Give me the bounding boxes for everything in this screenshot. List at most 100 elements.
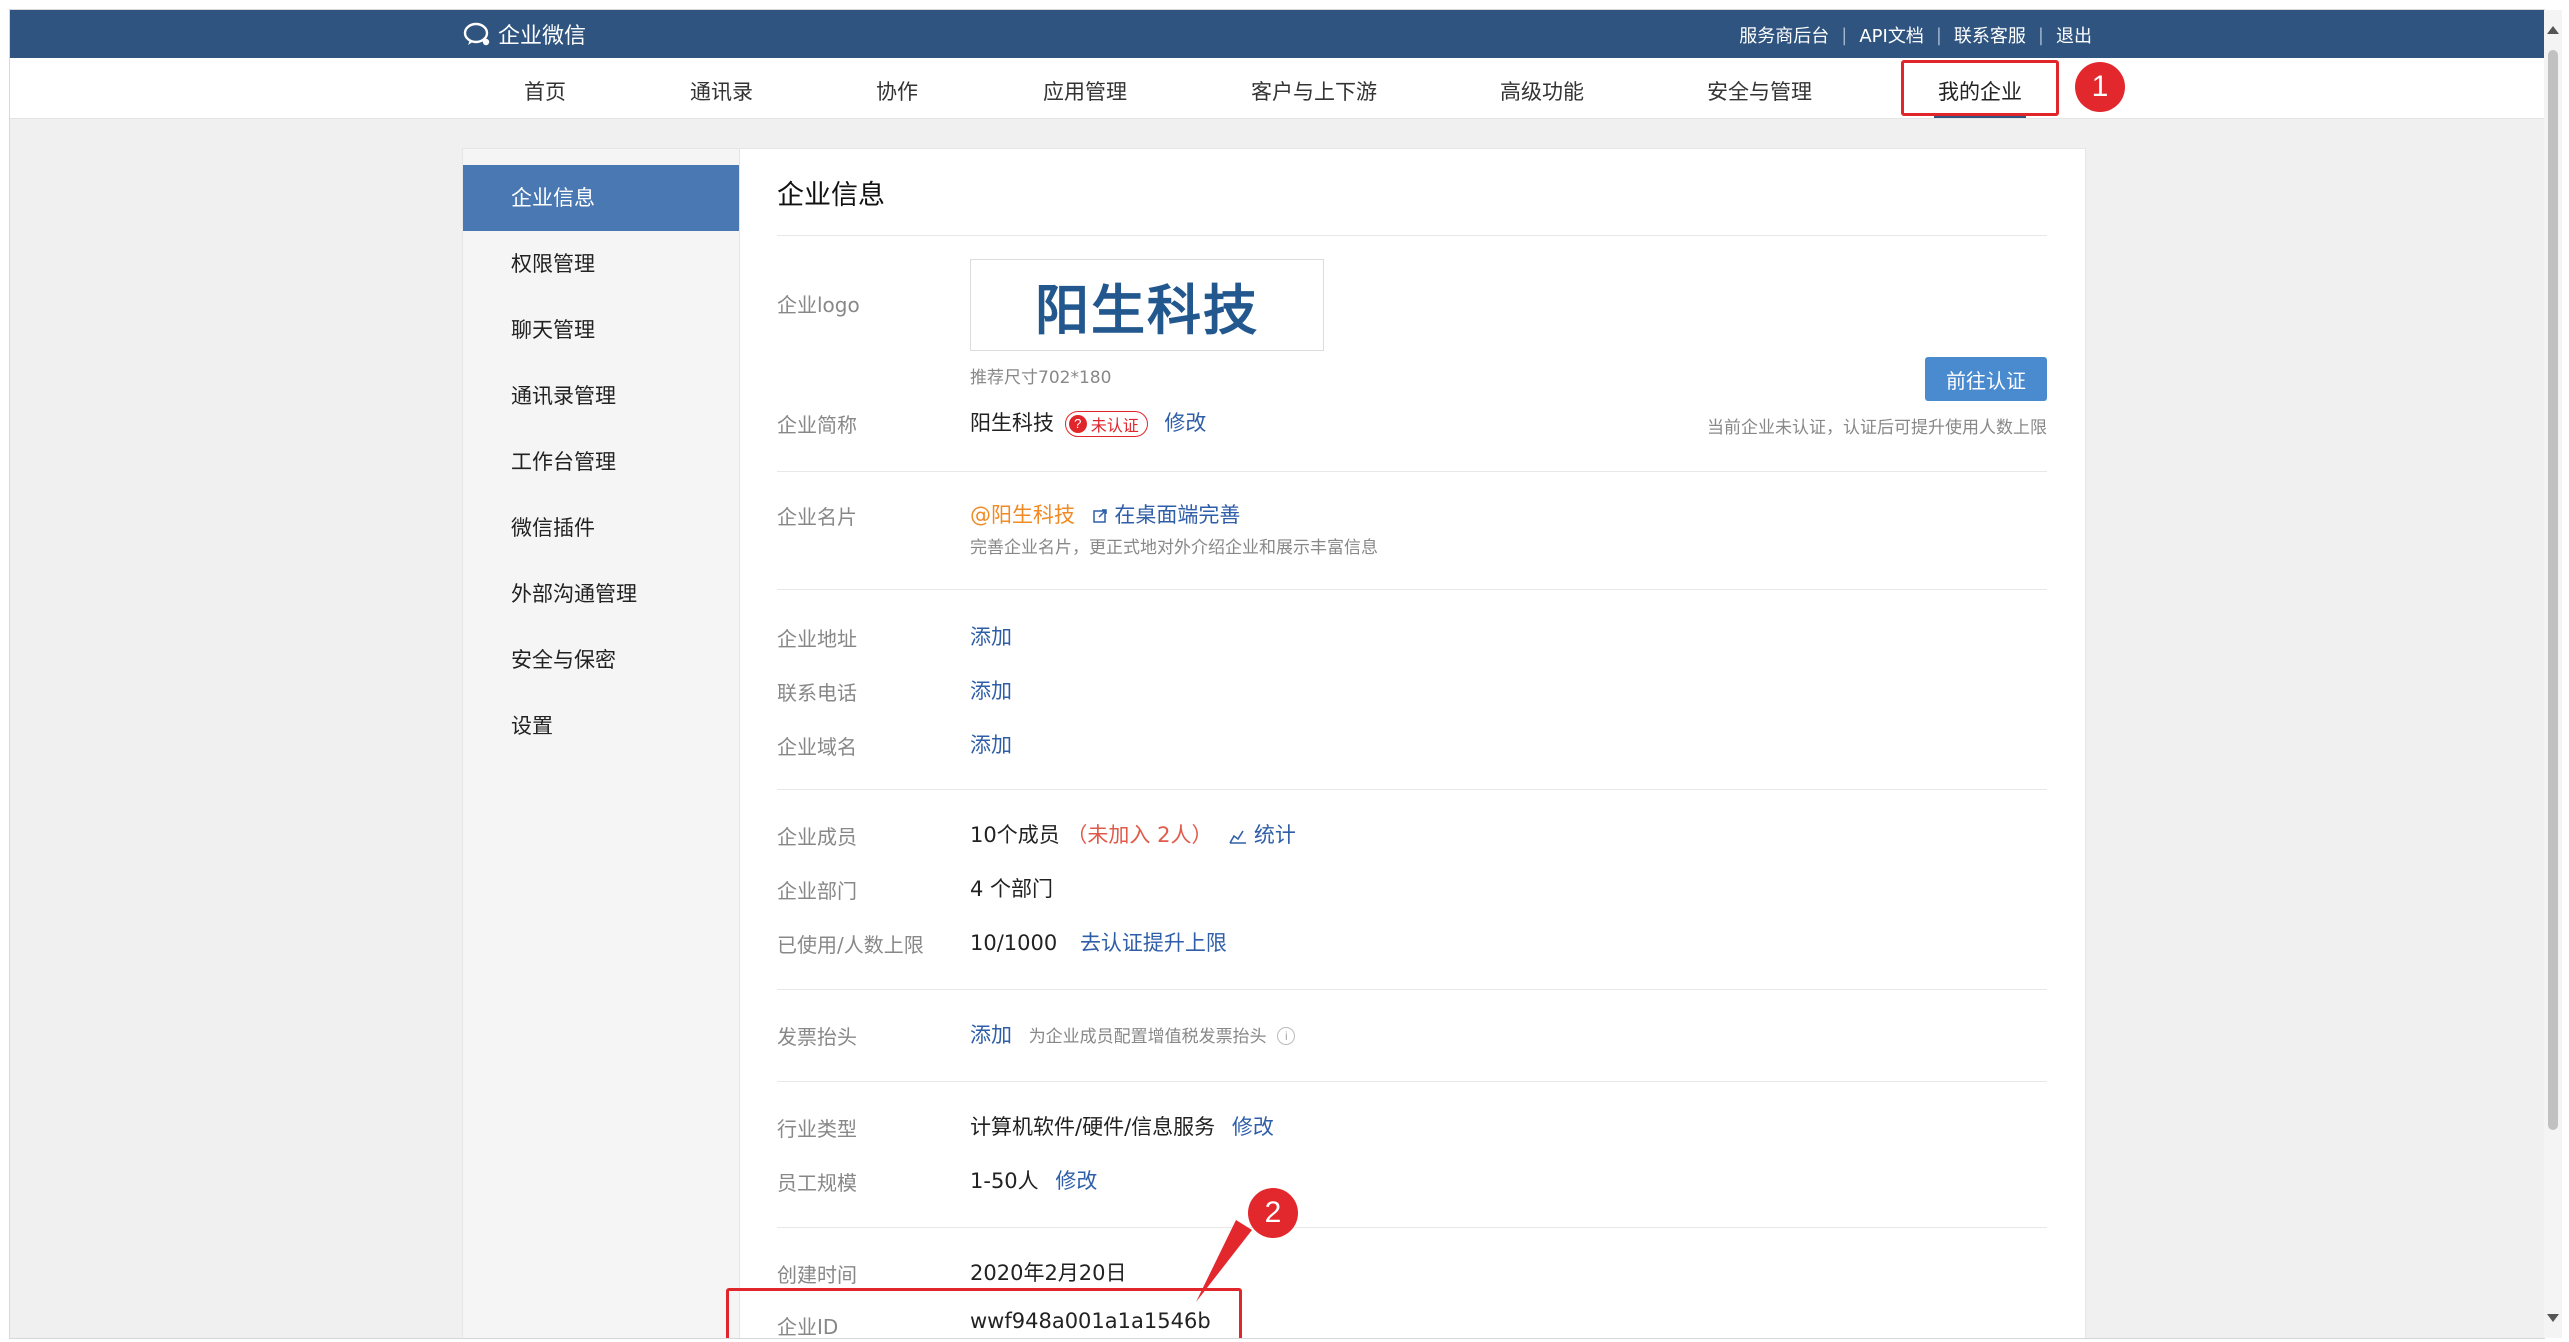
question-icon: ? [1068, 415, 1087, 433]
nav-collaboration[interactable]: 协作 [876, 76, 918, 106]
provider-console-link[interactable]: 服务商后台 [1739, 22, 1829, 48]
limit-value: 10/1000 [970, 931, 1058, 955]
company-logo[interactable]: 阳生科技 [970, 259, 1324, 351]
sidebar-item-contacts[interactable]: 通讯录管理 [463, 363, 739, 429]
main-nav: 首页 通讯录 协作 应用管理 客户与上下游 高级功能 安全与管理 我的企业 [10, 58, 2544, 119]
browser-viewport: 企业微信 服务商后台 | API文档 | 联系客服 | 退出 首页 通讯录 协作… [10, 10, 2544, 1338]
add-phone-link[interactable]: 添加 [970, 675, 1012, 705]
sidebar: 企业信息 权限管理 聊天管理 通讯录管理 工作台管理 微信插件 外部沟通管理 安… [463, 149, 740, 1338]
short-name-label: 企业简称 [777, 413, 857, 437]
external-link-icon [1092, 509, 1107, 523]
scroll-up-icon[interactable] [2547, 26, 2559, 34]
limit-label: 已使用/人数上限 [777, 933, 924, 957]
unverified-badge[interactable]: ? 未认证 [1064, 411, 1148, 437]
sidebar-item-settings[interactable]: 设置 [463, 693, 739, 759]
logo-label: 企业logo [777, 293, 860, 317]
content-card: 企业信息 权限管理 聊天管理 通讯录管理 工作台管理 微信插件 外部沟通管理 安… [462, 148, 2086, 1338]
stats-link[interactable]: 统计 [1229, 823, 1296, 847]
api-docs-link[interactable]: API文档 [1859, 22, 1923, 48]
card-row: @阳生科技 在桌面端完善 [970, 499, 1240, 529]
card-hint: 完善企业名片，更正式地对外介绍企业和展示丰富信息 [970, 538, 1378, 558]
link-separator: | [2037, 24, 2044, 46]
upgrade-limit-link[interactable]: 去认证提升上限 [1080, 931, 1227, 955]
vertical-scrollbar[interactable] [2544, 10, 2562, 1338]
sidebar-item-wechat-plugin[interactable]: 微信插件 [463, 495, 739, 561]
invoice-label: 发票抬头 [777, 1025, 857, 1049]
phone-label: 联系电话 [777, 681, 857, 705]
info-icon[interactable]: i [1277, 1027, 1296, 1045]
sidebar-item-permissions[interactable]: 权限管理 [463, 231, 739, 297]
industry-label: 行业类型 [777, 1117, 857, 1141]
brand-name: 企业微信 [498, 24, 587, 49]
nav-home[interactable]: 首页 [524, 76, 566, 106]
sidebar-item-chat[interactable]: 聊天管理 [463, 297, 739, 363]
limit-row: 10/1000 去认证提升上限 [970, 927, 1227, 957]
members-not-joined: （未加入 2人） [1066, 823, 1213, 847]
nav-contacts[interactable]: 通讯录 [690, 76, 753, 106]
link-separator: | [1935, 24, 1942, 46]
created-value: 2020年2月20日 [970, 1261, 1127, 1285]
address-label: 企业地址 [777, 627, 857, 651]
scroll-down-icon[interactable] [2547, 1314, 2559, 1322]
stats-text: 统计 [1253, 823, 1296, 847]
company-logo-text: 阳生科技 [1035, 278, 1259, 342]
sidebar-item-workbench[interactable]: 工作台管理 [463, 429, 739, 495]
add-invoice-link[interactable]: 添加 [970, 1023, 1012, 1047]
contact-support-link[interactable]: 联系客服 [1954, 22, 2026, 48]
industry-value: 计算机软件/硬件/信息服务 [970, 1115, 1216, 1139]
divider [777, 789, 2047, 790]
card-name[interactable]: @阳生科技 [970, 503, 1075, 527]
top-links: 服务商后台 | API文档 | 联系客服 | 退出 [1739, 22, 2092, 48]
logout-link[interactable]: 退出 [2056, 22, 2092, 48]
divider [777, 989, 2047, 990]
brand[interactable]: 企业微信 [462, 18, 586, 50]
edit-scale-link[interactable]: 修改 [1055, 1169, 1097, 1193]
members-label: 企业成员 [777, 825, 857, 849]
invoice-row: 添加 为企业成员配置增值税发票抬头 i [970, 1019, 1296, 1049]
divider [777, 235, 2047, 236]
wecom-logo-icon [463, 22, 490, 46]
scale-label: 员工规模 [777, 1171, 857, 1195]
domain-label: 企业域名 [777, 735, 857, 759]
nav-customers[interactable]: 客户与上下游 [1251, 76, 1377, 106]
dept-value: 4 个部门 [970, 877, 1054, 901]
edit-industry-link[interactable]: 修改 [1232, 1115, 1274, 1139]
nav-app-management[interactable]: 应用管理 [1043, 76, 1127, 106]
short-name-row: 阳生科技 ? 未认证 修改 [970, 407, 1206, 437]
add-address-link[interactable]: 添加 [970, 621, 1012, 651]
complete-on-desktop-text: 在桌面端完善 [1114, 503, 1241, 527]
sidebar-item-security[interactable]: 安全与保密 [463, 627, 739, 693]
complete-on-desktop-link[interactable]: 在桌面端完善 [1092, 503, 1241, 527]
chart-icon [1229, 830, 1247, 844]
dept-label: 企业部门 [777, 879, 857, 903]
industry-row: 计算机软件/硬件/信息服务 修改 [970, 1111, 1274, 1141]
scale-row: 1-50人 修改 [970, 1165, 1097, 1195]
unverified-text: 未认证 [1090, 416, 1139, 435]
annotation-marker-2: 2 [1248, 1188, 1298, 1238]
sidebar-item-external[interactable]: 外部沟通管理 [463, 561, 739, 627]
created-label: 创建时间 [777, 1263, 857, 1287]
top-bar: 企业微信 服务商后台 | API文档 | 联系客服 | 退出 [10, 10, 2544, 58]
verify-button[interactable]: 前往认证 [1925, 357, 2047, 401]
nav-advanced[interactable]: 高级功能 [1500, 76, 1584, 106]
divider [777, 1227, 2047, 1228]
scroll-thumb[interactable] [2548, 50, 2558, 1130]
scale-value: 1-50人 [970, 1169, 1039, 1193]
annotation-box-1 [1901, 60, 2059, 116]
add-domain-link[interactable]: 添加 [970, 729, 1012, 759]
annotation-box-2 [726, 1288, 1242, 1338]
verify-hint: 当前企业未认证，认证后可提升使用人数上限 [1707, 418, 2047, 438]
card-label: 企业名片 [777, 505, 857, 529]
link-separator: | [1841, 24, 1848, 46]
invoice-hint: 为企业成员配置增值税发票抬头 [1028, 1027, 1267, 1047]
logo-size-hint: 推荐尺寸702*180 [970, 368, 1112, 388]
divider [777, 589, 2047, 590]
divider [777, 471, 2047, 472]
short-name-value: 阳生科技 [970, 411, 1054, 435]
members-row: 10个成员 （未加入 2人） 统计 [970, 819, 1296, 849]
sidebar-item-company-info[interactable]: 企业信息 [463, 165, 739, 231]
edit-short-name-link[interactable]: 修改 [1164, 411, 1206, 435]
nav-security[interactable]: 安全与管理 [1707, 76, 1812, 106]
annotation-marker-1: 1 [2075, 62, 2125, 112]
page-title: 企业信息 [777, 180, 885, 211]
